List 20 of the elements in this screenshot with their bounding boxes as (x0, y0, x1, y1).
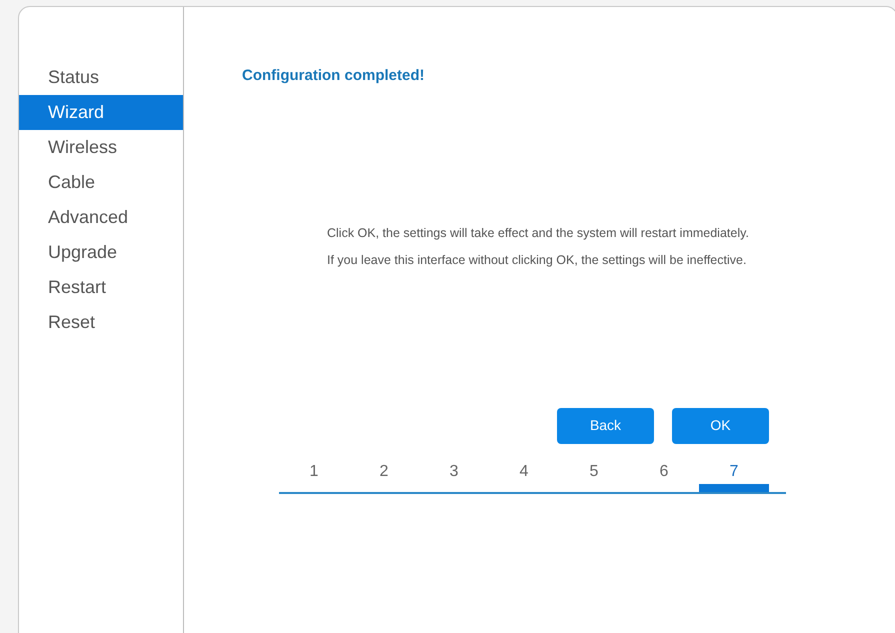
sidebar-item[interactable]: Advanced (19, 200, 183, 235)
step-tab[interactable]: 7 (699, 458, 769, 492)
sidebar-item[interactable]: Wizard (19, 95, 183, 130)
step-tab[interactable]: 3 (419, 458, 489, 492)
sidebar-item[interactable]: Status (19, 60, 183, 95)
step-tab[interactable]: 4 (489, 458, 559, 492)
message-text: If you leave this interface without clicking OK, the settings will be ineffective. (327, 252, 748, 268)
sidebar-item[interactable]: Reset (19, 305, 183, 340)
sidebar-item[interactable]: Restart (19, 270, 183, 305)
ok-button[interactable]: OK (672, 408, 769, 444)
step-tab[interactable]: 2 (349, 458, 419, 492)
sidebar-item[interactable]: Wireless (19, 130, 183, 165)
step-tab[interactable]: 1 (279, 458, 349, 492)
step-tab[interactable]: 5 (559, 458, 629, 492)
back-button[interactable]: Back (557, 408, 654, 444)
sidebar-item[interactable]: Cable (19, 165, 183, 200)
step-tab[interactable]: 6 (629, 458, 699, 492)
page-title: Configuration completed! (242, 66, 426, 86)
message-text: Click OK, the settings will take effect and the system will restart immediately. (327, 226, 750, 240)
sidebar-item[interactable]: Upgrade (19, 235, 183, 270)
